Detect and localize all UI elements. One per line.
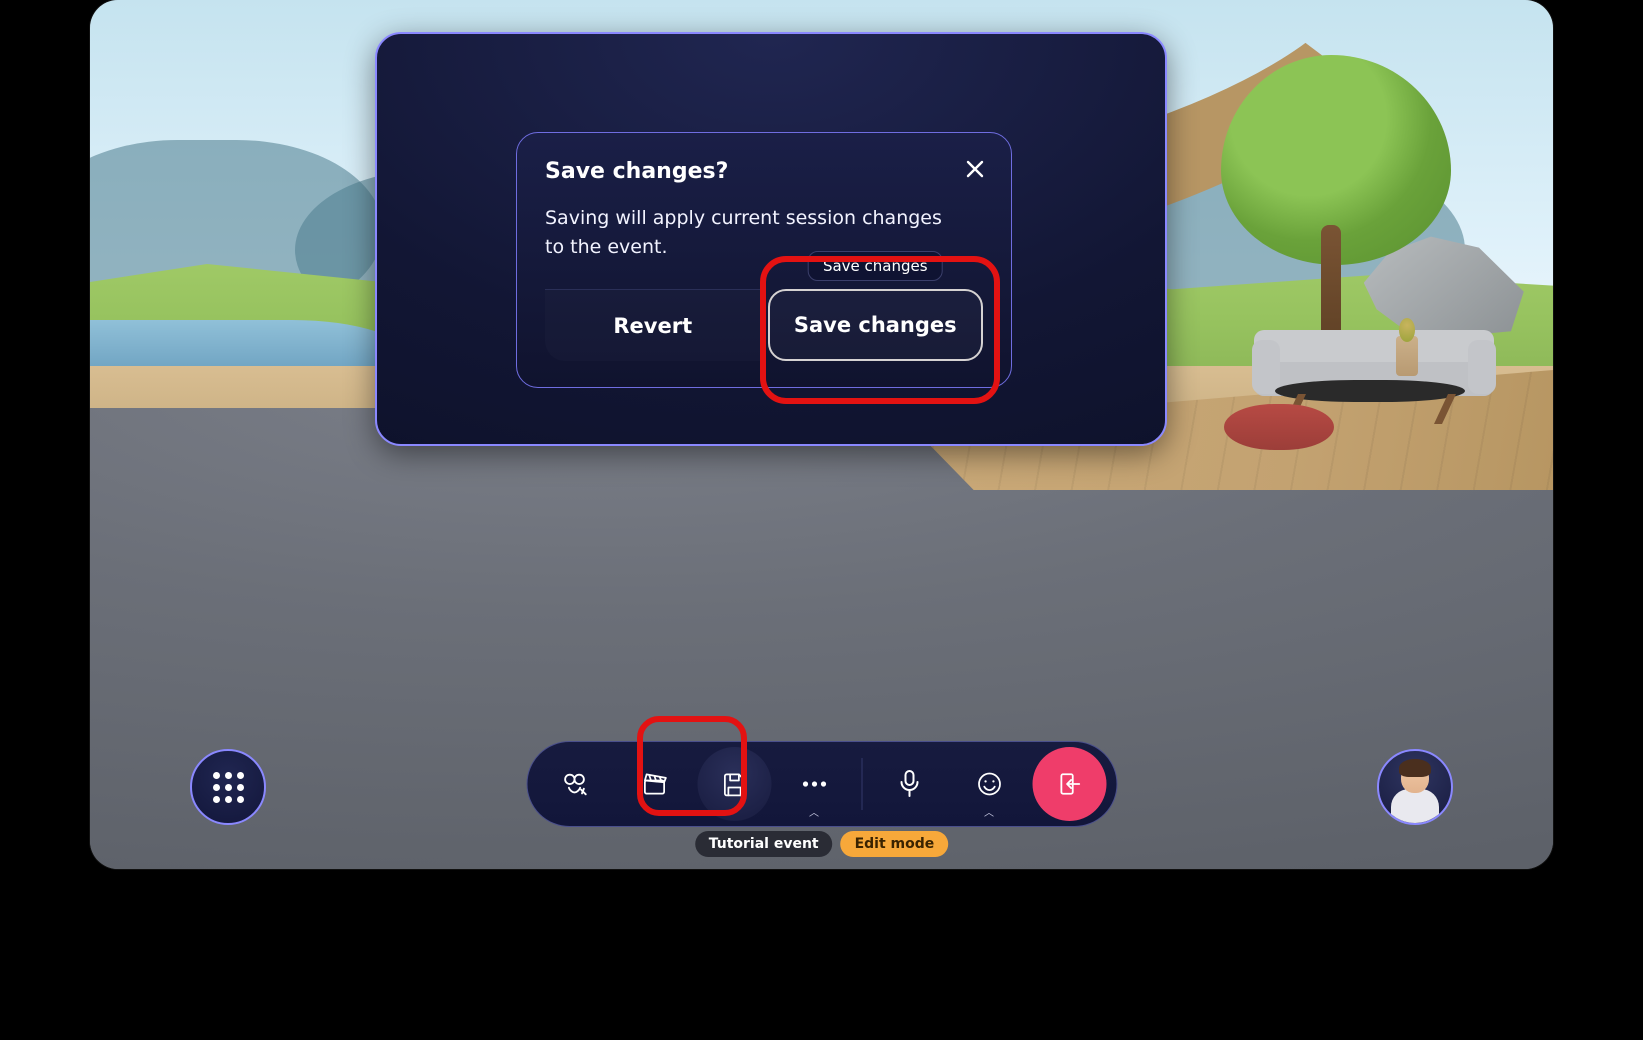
chevron-up-icon: ︿: [984, 804, 994, 819]
leave-icon: [1056, 771, 1082, 797]
viewport: Save changes? Saving will apply current …: [90, 0, 1553, 869]
save-button[interactable]: Save changes: [768, 289, 984, 361]
save-tooltip: Save changes: [808, 251, 943, 281]
revert-button-label: Revert: [613, 314, 692, 338]
event-name-pill: Tutorial event: [695, 831, 833, 857]
customize-icon: [559, 769, 589, 799]
leave-button[interactable]: [1032, 747, 1106, 821]
app-menu-button[interactable]: [190, 749, 266, 825]
edit-mode-pill: Edit mode: [841, 831, 949, 857]
status-pills: Tutorial event Edit mode: [695, 831, 949, 857]
save-icon: [720, 770, 748, 798]
scenes-button[interactable]: [617, 747, 691, 821]
save-button-label: Save changes: [794, 313, 957, 337]
avatar-icon: [1383, 755, 1447, 819]
clapperboard-icon: [640, 770, 668, 798]
user-avatar-button[interactable]: [1377, 749, 1453, 825]
reactions-button[interactable]: ︿: [952, 747, 1026, 821]
chevron-up-icon: ︿: [809, 804, 819, 819]
revert-button[interactable]: Revert: [545, 289, 762, 361]
environment-plant: [1396, 336, 1418, 376]
save-changes-dialog: Save changes? Saving will apply current …: [516, 132, 1012, 388]
environment-ottoman: [1224, 404, 1334, 450]
save-toolbar-button[interactable]: [697, 747, 771, 821]
environment-tree: [1221, 55, 1451, 355]
emoji-icon: [975, 770, 1003, 798]
microphone-icon: [897, 769, 921, 799]
dialog-title: Save changes?: [545, 159, 983, 184]
grid-dots-icon: [213, 772, 244, 803]
toolbar-divider: [861, 758, 862, 810]
bottom-toolbar: ︿ ︿: [526, 741, 1117, 827]
more-icon: [801, 780, 827, 788]
microphone-button[interactable]: [872, 747, 946, 821]
more-button[interactable]: ︿: [777, 747, 851, 821]
close-icon[interactable]: [957, 151, 993, 187]
customize-button[interactable]: [537, 747, 611, 821]
